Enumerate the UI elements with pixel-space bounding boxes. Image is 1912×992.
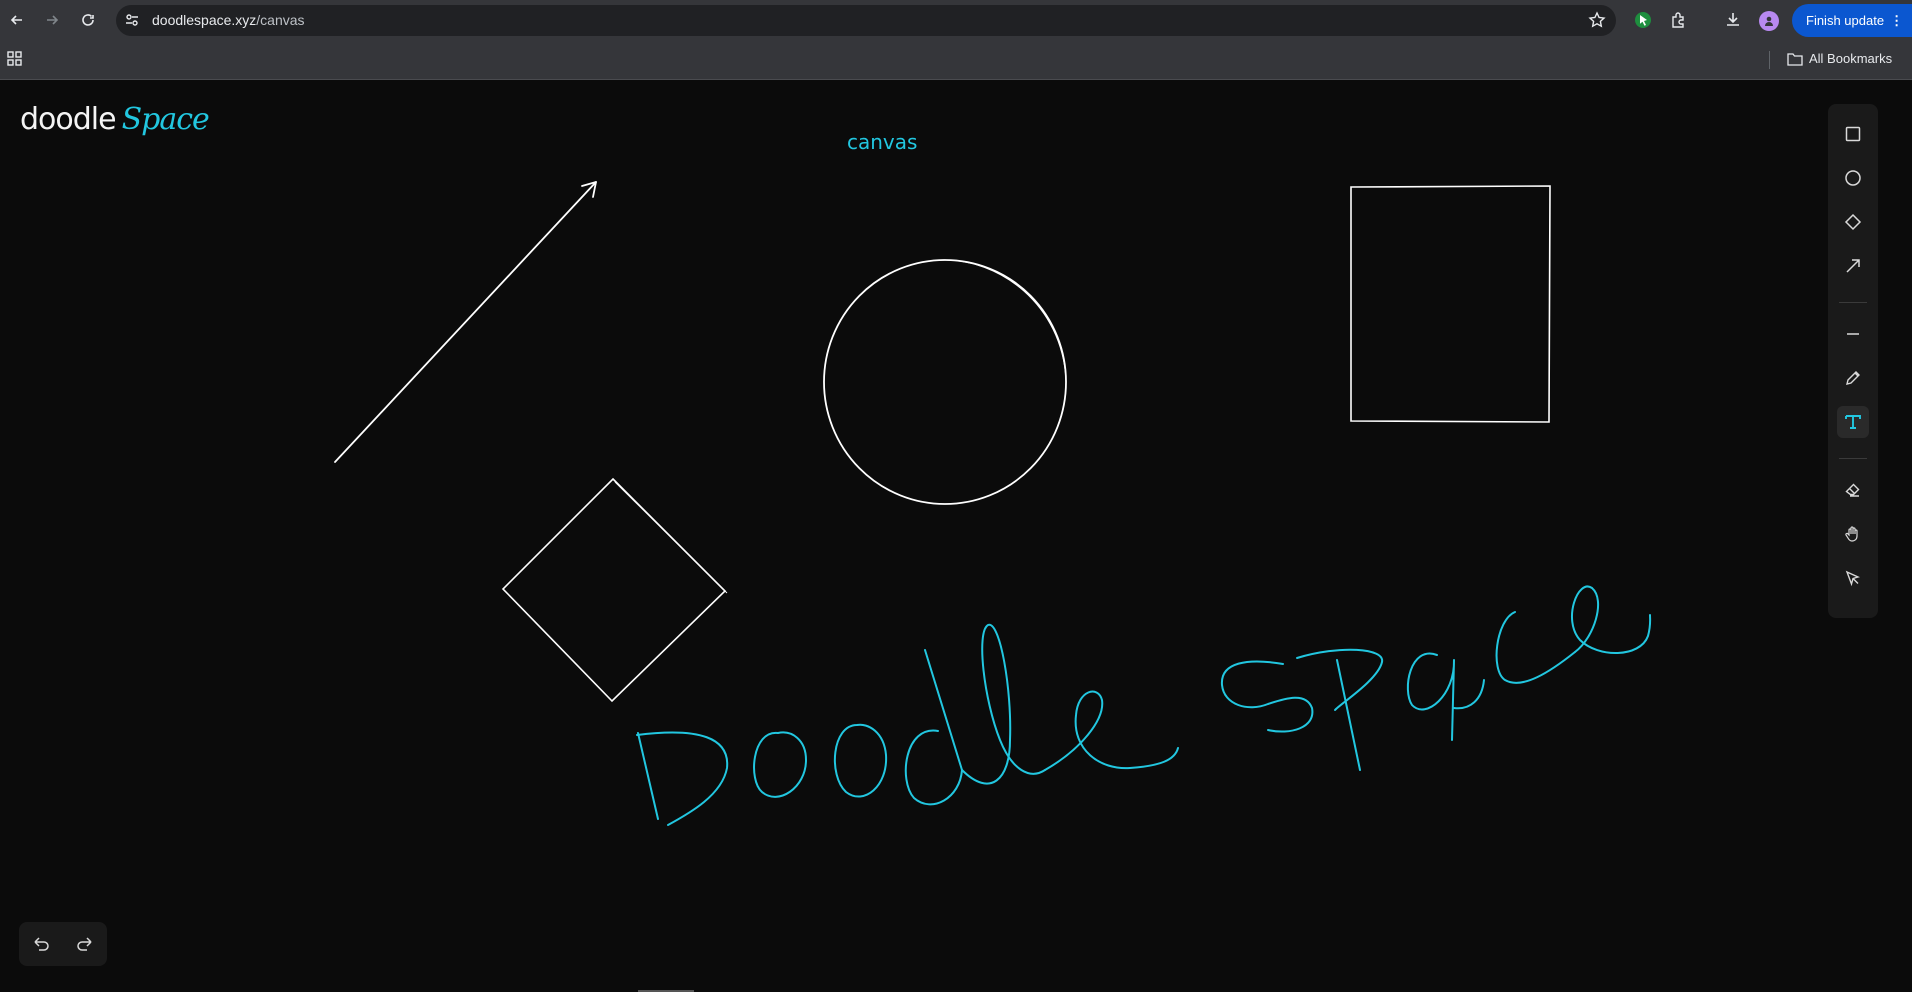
- diamond-icon: [1844, 213, 1862, 231]
- forward-icon[interactable]: [40, 8, 64, 32]
- rectangle-shape[interactable]: [1350, 185, 1551, 423]
- profile-avatar[interactable]: [1759, 11, 1779, 31]
- hand-tool[interactable]: [1837, 518, 1869, 550]
- bookmarks-bar: All Bookmarks: [0, 41, 1912, 80]
- arrow-shape[interactable]: [334, 181, 597, 463]
- tool-palette: [1828, 104, 1878, 618]
- rectangle-tool[interactable]: [1837, 118, 1869, 150]
- text-tool[interactable]: [1837, 406, 1869, 438]
- redo-icon: [77, 937, 92, 951]
- arrow-tool[interactable]: [1837, 250, 1869, 282]
- canvas-drawing: [334, 181, 1652, 826]
- undo-icon: [34, 937, 49, 951]
- circle-icon: [1845, 170, 1861, 186]
- text-icon: [1845, 415, 1861, 429]
- finish-update-label: Finish update: [1806, 13, 1885, 28]
- url-text[interactable]: doodlespace.xyz/canvas: [152, 12, 305, 28]
- download-icon[interactable]: [1722, 9, 1744, 31]
- drawing-canvas[interactable]: doodle Space canvas: [0, 80, 1912, 992]
- diamond-shape[interactable]: [501, 477, 728, 703]
- ellipse-tool[interactable]: [1837, 162, 1869, 194]
- all-bookmarks-label: All Bookmarks: [1809, 51, 1893, 66]
- url-path: /canvas: [256, 12, 305, 28]
- history-controls: [19, 922, 107, 966]
- reload-icon[interactable]: [76, 8, 100, 32]
- toolbar-divider: [1839, 302, 1867, 303]
- pencil-tool[interactable]: [1837, 362, 1869, 394]
- bookmark-separator: [1769, 51, 1770, 69]
- back-icon[interactable]: [5, 8, 29, 32]
- redo-button[interactable]: [73, 932, 97, 956]
- star-icon[interactable]: [1588, 11, 1606, 34]
- line-tool[interactable]: [1837, 318, 1869, 350]
- all-bookmarks-button[interactable]: All Bookmarks: [1787, 51, 1892, 66]
- eraser-tool[interactable]: [1837, 474, 1869, 506]
- site-settings-icon[interactable]: [124, 12, 140, 33]
- toolbar-divider: [1839, 458, 1867, 459]
- finish-update-button[interactable]: Finish update ⋮: [1792, 4, 1912, 37]
- eraser-icon: [1845, 483, 1860, 497]
- address-bar[interactable]: doodlespace.xyz/canvas: [116, 5, 1616, 36]
- apps-icon[interactable]: [7, 51, 23, 72]
- select-tool[interactable]: [1837, 562, 1869, 594]
- pencil-icon: [1846, 371, 1860, 385]
- arrow-icon: [1846, 259, 1860, 273]
- url-host: doodlespace.xyz: [152, 12, 257, 28]
- square-icon: [1845, 126, 1861, 142]
- hand-icon: [1845, 526, 1858, 542]
- handwritten-doodle-space[interactable]: [636, 585, 1652, 826]
- circle-shape[interactable]: [823, 259, 1067, 505]
- puzzle-icon[interactable]: [1668, 9, 1690, 31]
- line-icon: [1847, 333, 1859, 335]
- more-vert-icon: ⋮: [1890, 12, 1904, 28]
- diamond-tool[interactable]: [1837, 206, 1869, 238]
- undo-button[interactable]: [29, 932, 53, 956]
- extension-icon[interactable]: [1632, 9, 1654, 31]
- pointer-icon: [1845, 570, 1860, 587]
- folder-icon: [1787, 52, 1803, 66]
- browser-toolbar: doodlespace.xyz/canvas Finish update ⋮: [0, 0, 1912, 41]
